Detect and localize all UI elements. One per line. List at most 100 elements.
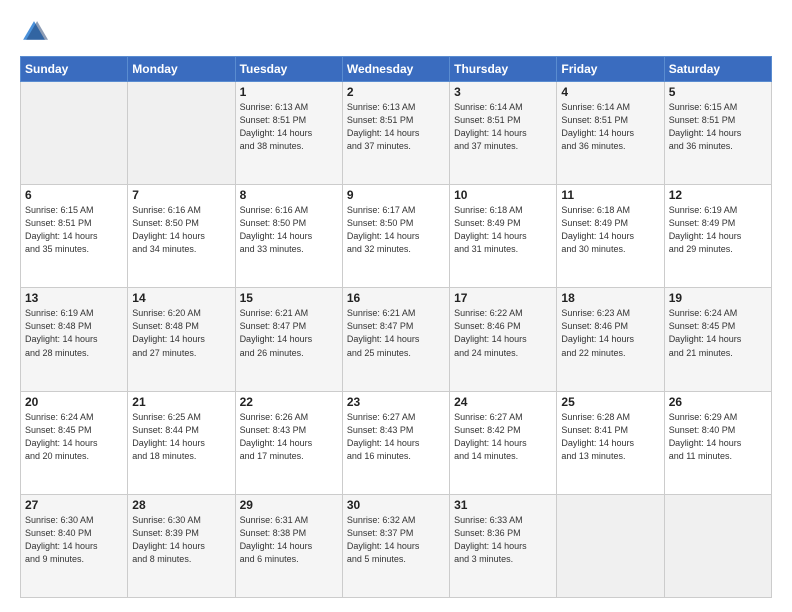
calendar-day-cell: 6 Sunrise: 6:15 AM Sunset: 8:51 PM Daylig… [21,185,128,288]
day-info: Sunrise: 6:16 AM Sunset: 8:50 PM Dayligh… [132,204,230,256]
day-info: Sunrise: 6:18 AM Sunset: 8:49 PM Dayligh… [561,204,659,256]
day-number: 12 [669,188,767,202]
calendar-day-cell [557,494,664,597]
day-number: 20 [25,395,123,409]
day-info: Sunrise: 6:27 AM Sunset: 8:43 PM Dayligh… [347,411,445,463]
calendar-day-cell: 21 Sunrise: 6:25 AM Sunset: 8:44 PM Dayli… [128,391,235,494]
day-number: 26 [669,395,767,409]
calendar-day-cell: 20 Sunrise: 6:24 AM Sunset: 8:45 PM Dayli… [21,391,128,494]
calendar-day-cell: 11 Sunrise: 6:18 AM Sunset: 8:49 PM Dayli… [557,185,664,288]
weekday-header-cell: Friday [557,57,664,82]
day-number: 15 [240,291,338,305]
day-info: Sunrise: 6:25 AM Sunset: 8:44 PM Dayligh… [132,411,230,463]
day-number: 24 [454,395,552,409]
day-info: Sunrise: 6:29 AM Sunset: 8:40 PM Dayligh… [669,411,767,463]
day-info: Sunrise: 6:19 AM Sunset: 8:48 PM Dayligh… [25,307,123,359]
calendar-day-cell [21,82,128,185]
day-info: Sunrise: 6:13 AM Sunset: 8:51 PM Dayligh… [240,101,338,153]
weekday-header-cell: Tuesday [235,57,342,82]
day-number: 6 [25,188,123,202]
day-number: 23 [347,395,445,409]
calendar-day-cell: 12 Sunrise: 6:19 AM Sunset: 8:49 PM Dayli… [664,185,771,288]
calendar-day-cell: 9Sunrise: 6:17 AM Sunset: 8:50 PM Daylig… [342,185,449,288]
day-info: Sunrise: 6:18 AM Sunset: 8:49 PM Dayligh… [454,204,552,256]
day-info: Sunrise: 6:22 AM Sunset: 8:46 PM Dayligh… [454,307,552,359]
day-number: 21 [132,395,230,409]
calendar-day-cell: 26 Sunrise: 6:29 AM Sunset: 8:40 PM Dayli… [664,391,771,494]
calendar-day-cell: 22 Sunrise: 6:26 AM Sunset: 8:43 PM Dayli… [235,391,342,494]
calendar-day-cell: 29 Sunrise: 6:31 AM Sunset: 8:38 PM Dayli… [235,494,342,597]
day-info: Sunrise: 6:33 AM Sunset: 8:36 PM Dayligh… [454,514,552,566]
calendar-week-row: 20 Sunrise: 6:24 AM Sunset: 8:45 PM Dayli… [21,391,772,494]
day-number: 17 [454,291,552,305]
day-info: Sunrise: 6:17 AM Sunset: 8:50 PM Dayligh… [347,204,445,256]
day-number: 8 [240,188,338,202]
calendar-day-cell: 23 Sunrise: 6:27 AM Sunset: 8:43 PM Dayli… [342,391,449,494]
day-info: Sunrise: 6:15 AM Sunset: 8:51 PM Dayligh… [669,101,767,153]
calendar-day-cell: 5 Sunrise: 6:15 AM Sunset: 8:51 PM Daylig… [664,82,771,185]
calendar-day-cell: 1Sunrise: 6:13 AM Sunset: 8:51 PM Daylig… [235,82,342,185]
calendar-day-cell: 27 Sunrise: 6:30 AM Sunset: 8:40 PM Dayli… [21,494,128,597]
day-number: 18 [561,291,659,305]
day-info: Sunrise: 6:30 AM Sunset: 8:40 PM Dayligh… [25,514,123,566]
logo-icon [20,18,48,46]
calendar-week-row: 6 Sunrise: 6:15 AM Sunset: 8:51 PM Daylig… [21,185,772,288]
day-number: 14 [132,291,230,305]
calendar-day-cell: 13 Sunrise: 6:19 AM Sunset: 8:48 PM Dayli… [21,288,128,391]
day-info: Sunrise: 6:15 AM Sunset: 8:51 PM Dayligh… [25,204,123,256]
calendar-page: SundayMondayTuesdayWednesdayThursdayFrid… [0,0,792,612]
day-number: 10 [454,188,552,202]
day-number: 5 [669,85,767,99]
day-info: Sunrise: 6:14 AM Sunset: 8:51 PM Dayligh… [561,101,659,153]
calendar-day-cell: 15 Sunrise: 6:21 AM Sunset: 8:47 PM Dayli… [235,288,342,391]
day-info: Sunrise: 6:31 AM Sunset: 8:38 PM Dayligh… [240,514,338,566]
day-number: 13 [25,291,123,305]
day-number: 4 [561,85,659,99]
calendar-day-cell: 25 Sunrise: 6:28 AM Sunset: 8:41 PM Dayli… [557,391,664,494]
day-info: Sunrise: 6:21 AM Sunset: 8:47 PM Dayligh… [240,307,338,359]
calendar-day-cell: 28 Sunrise: 6:30 AM Sunset: 8:39 PM Dayli… [128,494,235,597]
day-info: Sunrise: 6:26 AM Sunset: 8:43 PM Dayligh… [240,411,338,463]
day-number: 3 [454,85,552,99]
calendar-day-cell: 10 Sunrise: 6:18 AM Sunset: 8:49 PM Dayli… [450,185,557,288]
calendar-day-cell: 24 Sunrise: 6:27 AM Sunset: 8:42 PM Dayli… [450,391,557,494]
calendar-day-cell [664,494,771,597]
weekday-header-cell: Thursday [450,57,557,82]
weekday-header-cell: Wednesday [342,57,449,82]
calendar-day-cell [128,82,235,185]
calendar-week-row: 13 Sunrise: 6:19 AM Sunset: 8:48 PM Dayli… [21,288,772,391]
day-info: Sunrise: 6:21 AM Sunset: 8:47 PM Dayligh… [347,307,445,359]
calendar-day-cell: 30 Sunrise: 6:32 AM Sunset: 8:37 PM Dayli… [342,494,449,597]
day-number: 22 [240,395,338,409]
day-info: Sunrise: 6:28 AM Sunset: 8:41 PM Dayligh… [561,411,659,463]
day-number: 2 [347,85,445,99]
day-info: Sunrise: 6:19 AM Sunset: 8:49 PM Dayligh… [669,204,767,256]
day-info: Sunrise: 6:27 AM Sunset: 8:42 PM Dayligh… [454,411,552,463]
day-number: 28 [132,498,230,512]
calendar-day-cell: 18 Sunrise: 6:23 AM Sunset: 8:46 PM Dayli… [557,288,664,391]
weekday-header-cell: Saturday [664,57,771,82]
day-number: 27 [25,498,123,512]
weekday-header-cell: Monday [128,57,235,82]
day-info: Sunrise: 6:23 AM Sunset: 8:46 PM Dayligh… [561,307,659,359]
day-info: Sunrise: 6:30 AM Sunset: 8:39 PM Dayligh… [132,514,230,566]
calendar-body: 1Sunrise: 6:13 AM Sunset: 8:51 PM Daylig… [21,82,772,598]
calendar-day-cell: 17 Sunrise: 6:22 AM Sunset: 8:46 PM Dayli… [450,288,557,391]
day-number: 25 [561,395,659,409]
day-info: Sunrise: 6:32 AM Sunset: 8:37 PM Dayligh… [347,514,445,566]
logo [20,18,52,46]
day-info: Sunrise: 6:14 AM Sunset: 8:51 PM Dayligh… [454,101,552,153]
calendar-day-cell: 31 Sunrise: 6:33 AM Sunset: 8:36 PM Dayli… [450,494,557,597]
header [20,18,772,46]
day-number: 29 [240,498,338,512]
calendar-week-row: 1Sunrise: 6:13 AM Sunset: 8:51 PM Daylig… [21,82,772,185]
day-number: 11 [561,188,659,202]
calendar-week-row: 27 Sunrise: 6:30 AM Sunset: 8:40 PM Dayli… [21,494,772,597]
calendar-day-cell: 16Sunrise: 6:21 AM Sunset: 8:47 PM Dayli… [342,288,449,391]
day-number: 30 [347,498,445,512]
calendar-day-cell: 4 Sunrise: 6:14 AM Sunset: 8:51 PM Daylig… [557,82,664,185]
day-info: Sunrise: 6:24 AM Sunset: 8:45 PM Dayligh… [25,411,123,463]
weekday-header-row: SundayMondayTuesdayWednesdayThursdayFrid… [21,57,772,82]
day-number: 31 [454,498,552,512]
day-number: 19 [669,291,767,305]
